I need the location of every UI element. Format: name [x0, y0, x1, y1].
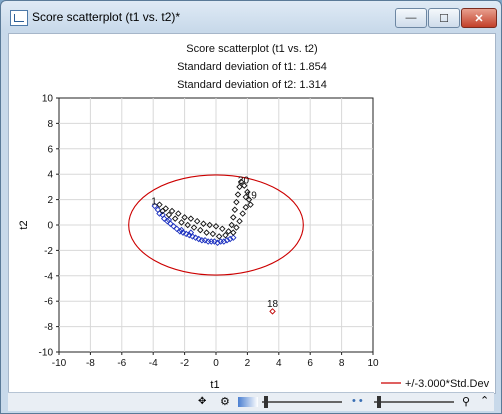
y-tick-label: -2 — [44, 246, 53, 257]
x-axis-label: t1 — [210, 379, 219, 391]
point-annotation: 20 — [238, 176, 250, 187]
size-slider-track[interactable] — [374, 401, 454, 403]
x-tick-label: 0 — [213, 358, 219, 369]
close-button[interactable]: ✕ — [461, 8, 497, 28]
point-annotation: 1 — [151, 197, 157, 208]
color-scale-swatch — [238, 397, 258, 407]
y-tick-label: -6 — [44, 297, 53, 308]
pin-icon[interactable]: ⚲ — [462, 395, 470, 408]
x-tick-label: -8 — [86, 358, 95, 369]
x-tick-label: 6 — [307, 358, 313, 369]
zoom-icon[interactable]: ⚙ — [220, 395, 230, 408]
point-annotation: 18 — [267, 299, 279, 310]
scatter-plot[interactable]: -10 -8 -6 -4 -2 0 2 4 6 8 10 -10 -8 -6 -4 -2 0 2 4 6 8 10 1 20… — [9, 34, 495, 393]
y-tick-label: -4 — [44, 271, 53, 282]
point-annotation: 19 — [246, 190, 258, 201]
y-tick-label: 4 — [47, 170, 53, 181]
y-tick-label: 6 — [47, 144, 53, 155]
legend-label: +/-3.000*Std.Dev — [405, 378, 490, 390]
pan-icon[interactable]: ✥ — [198, 396, 206, 407]
app-window: Score scatterplot (t1 vs. t2)* — ☐ ✕ Sco… — [0, 0, 502, 414]
y-tick-label: 10 — [42, 94, 54, 105]
x-tick-label: 8 — [339, 358, 345, 369]
x-tick-label: -10 — [52, 358, 67, 369]
title-bar[interactable]: Score scatterplot (t1 vs. t2)* — ☐ ✕ — [1, 1, 501, 35]
x-tick-label: 2 — [245, 358, 251, 369]
x-tick-label: -6 — [117, 358, 126, 369]
point-size-dots-icon: • • — [352, 395, 363, 407]
status-bar: ✥ ⚙ • • ⚲ ⌃ — [8, 392, 494, 411]
window-title: Score scatterplot (t1 vs. t2)* — [32, 10, 181, 24]
x-tick-label: -4 — [149, 358, 158, 369]
y-tick-label: 2 — [47, 195, 53, 206]
y-tick-label: -8 — [44, 322, 53, 333]
maximize-button[interactable]: ☐ — [428, 8, 460, 28]
chart-panel: Score scatterplot (t1 vs. t2) Standard d… — [8, 33, 496, 394]
x-tick-label: 10 — [367, 358, 379, 369]
zoom-slider-handle[interactable] — [264, 396, 268, 408]
expand-icon[interactable]: ⌃ — [480, 394, 489, 407]
y-tick-label: -10 — [39, 348, 54, 359]
minimize-button[interactable]: — — [395, 8, 427, 28]
x-tick-label: 4 — [276, 358, 282, 369]
y-tick-label: 0 — [47, 221, 53, 232]
y-axis-label: t2 — [18, 220, 30, 229]
scatterplot-app-icon — [10, 10, 28, 26]
y-tick-label: 8 — [47, 119, 53, 130]
x-tick-label: -2 — [180, 358, 189, 369]
zoom-slider-track[interactable] — [262, 401, 342, 403]
size-slider-handle[interactable] — [377, 396, 381, 408]
